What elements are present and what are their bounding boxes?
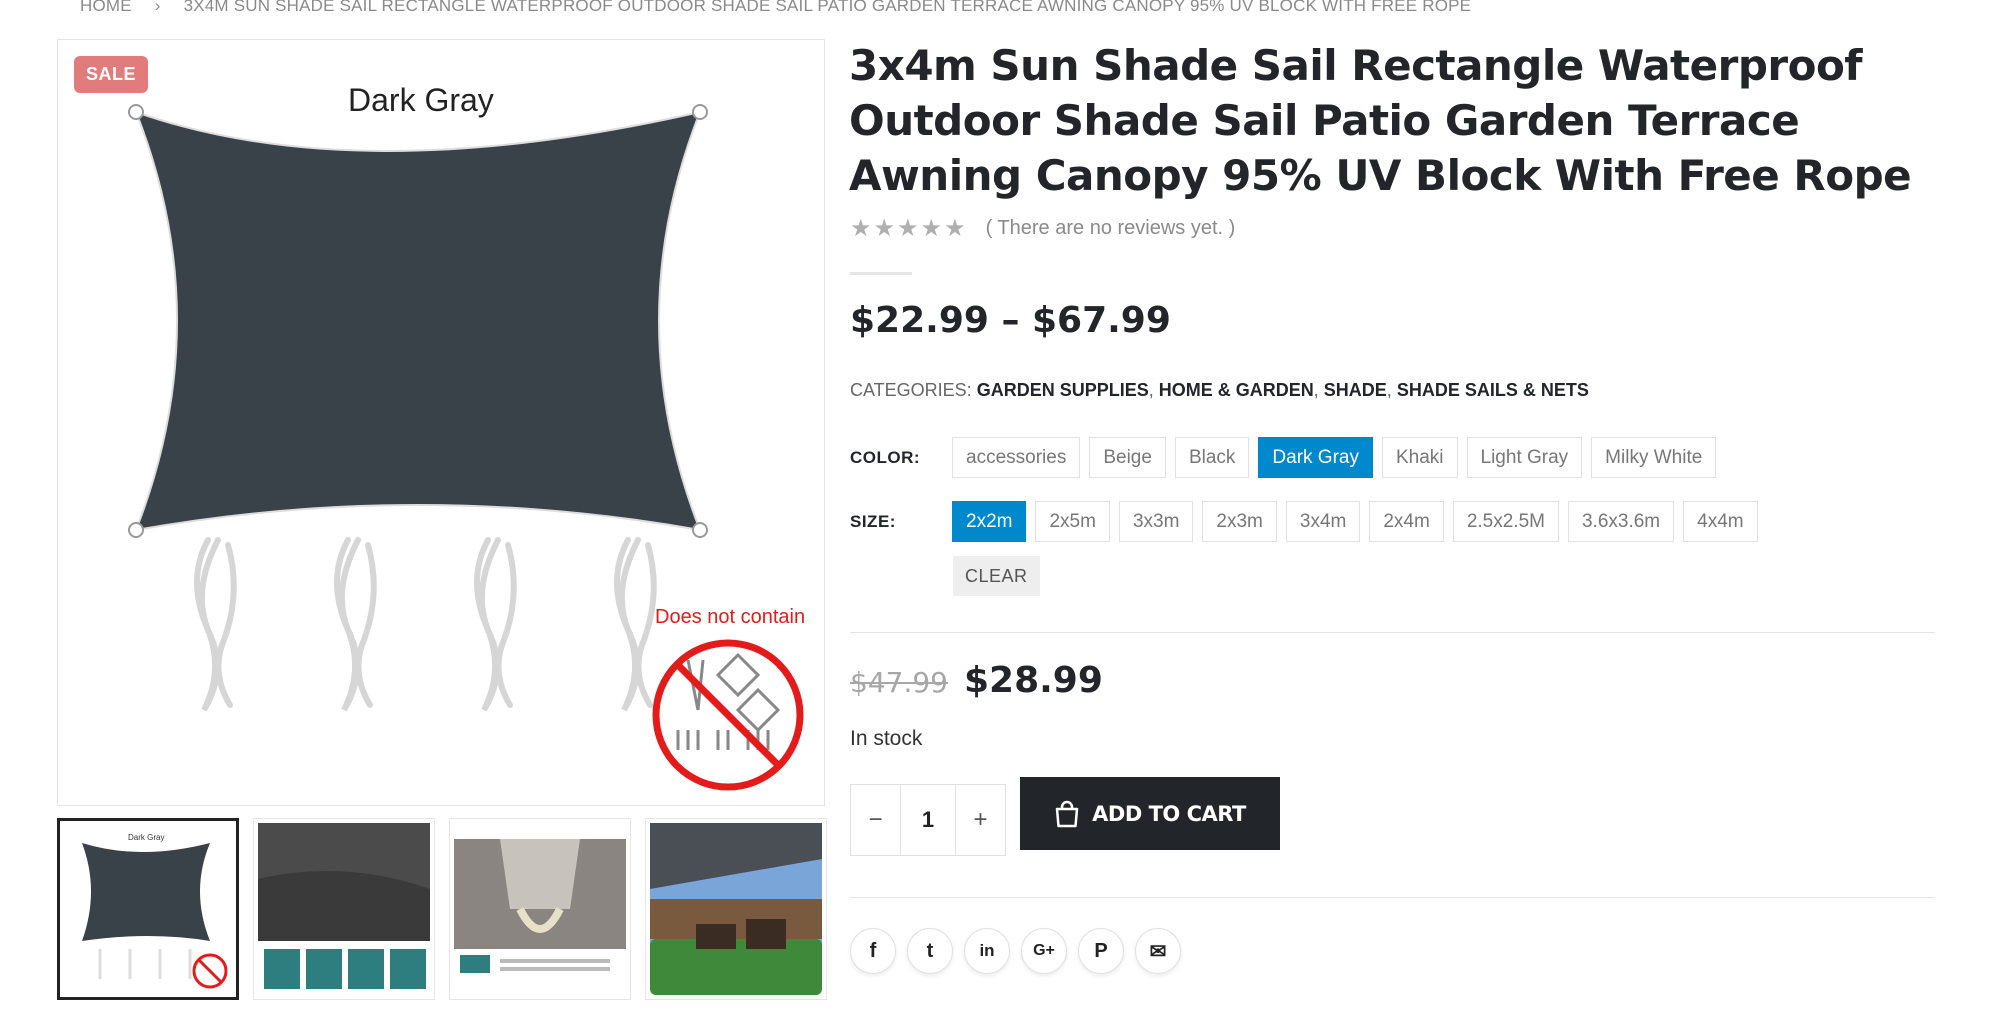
color-swatch-light-gray[interactable]: Light Gray <box>1466 437 1583 478</box>
d-ring-closeup-thumb-icon <box>454 839 626 973</box>
size-swatch-2-5x2-5m[interactable]: 2.5x2.5M <box>1452 501 1559 542</box>
size-swatch-2x2m[interactable]: 2x2m <box>952 501 1027 542</box>
rating-row: ★★★★★ ( There are no reviews yet. ) <box>850 214 1235 243</box>
quantity-minus-button[interactable]: − <box>851 785 901 855</box>
thumbnail-4[interactable] <box>645 818 827 1000</box>
product-title: 3x4m Sun Shade Sail Rectangle Waterproof… <box>849 41 1912 200</box>
thumbnail-3[interactable] <box>449 818 631 1000</box>
breadcrumb-current: 3X4M SUN SHADE SAIL RECTANGLE WATERPROOF… <box>183 0 1472 15</box>
share-links: f t in G+ P ✉ <box>850 928 1181 974</box>
color-swatch-dark-gray[interactable]: Dark Gray <box>1258 437 1373 478</box>
short-divider <box>850 272 912 275</box>
categories-label: CATEGORIES: <box>850 380 972 400</box>
stock-status: In stock <box>850 727 923 750</box>
does-not-contain-label: Does not contain <box>655 606 806 628</box>
size-swatch-4x4m[interactable]: 4x4m <box>1683 501 1758 542</box>
pinterest-icon[interactable]: P <box>1078 928 1124 974</box>
google-plus-icon[interactable]: G+ <box>1021 928 1067 974</box>
main-product-image[interactable]: SALE Dark Gray Does not contain <box>57 39 825 806</box>
size-swatch-3x4m[interactable]: 3x4m <box>1285 501 1361 542</box>
quantity-input[interactable]: 1 <box>901 807 955 833</box>
divider <box>850 897 1935 898</box>
thumbnail-label: Dark Gray <box>128 833 165 842</box>
divider <box>850 632 1935 633</box>
color-swatch-black[interactable]: Black <box>1174 437 1250 478</box>
add-to-cart-button[interactable]: ADD TO CART <box>1020 777 1280 850</box>
add-to-cart-label: ADD TO CART <box>1092 801 1246 826</box>
star-rating-icon: ★★★★★ <box>850 215 968 242</box>
color-swatches: accessories Beige Black Dark Gray Khaki … <box>952 437 1717 478</box>
quantity-plus-button[interactable]: + <box>955 785 1005 855</box>
linkedin-icon[interactable]: in <box>964 928 1010 974</box>
variation-price: $47.99 $28.99 <box>850 660 1103 701</box>
size-swatch-2x4m[interactable]: 2x4m <box>1369 501 1444 542</box>
twitter-icon[interactable]: t <box>907 928 953 974</box>
categories: CATEGORIES: GARDEN SUPPLIES, HOME & GARD… <box>850 380 1589 400</box>
facebook-icon[interactable]: f <box>850 928 896 974</box>
category-link[interactable]: HOME & GARDEN <box>1159 380 1314 400</box>
size-swatch-2x3m[interactable]: 2x3m <box>1202 501 1277 542</box>
patio-scene-thumb-icon <box>650 823 822 995</box>
thumbnail-2[interactable] <box>253 818 435 1000</box>
size-variation-row: SIZE: 2x2m 2x5m 3x3m 2x3m 3x4m 2x4m 2.5x… <box>850 501 1758 542</box>
category-link[interactable]: GARDEN SUPPLIES <box>977 380 1149 400</box>
quantity-stepper: − 1 + <box>850 784 1006 856</box>
price-range: $22.99 – $67.99 <box>850 300 1171 341</box>
breadcrumb: HOME › 3X4M SUN SHADE SAIL RECTANGLE WAT… <box>80 0 1471 16</box>
color-swatch-khaki[interactable]: Khaki <box>1381 437 1458 478</box>
color-swatch-beige[interactable]: Beige <box>1089 437 1166 478</box>
color-label: COLOR: <box>850 447 921 467</box>
shade-sail-illustration <box>128 104 804 791</box>
color-swatch-milky-white[interactable]: Milky White <box>1591 437 1717 478</box>
size-label: SIZE: <box>850 511 896 531</box>
category-link[interactable]: SHADE SAILS & NETS <box>1397 380 1589 400</box>
sale-badge: SALE <box>74 56 149 93</box>
size-swatch-3x3m[interactable]: 3x3m <box>1118 501 1194 542</box>
current-price: $28.99 <box>963 660 1103 701</box>
thumbnail-strip: Dark Gray <box>57 818 827 1000</box>
breadcrumb-home-link[interactable]: HOME <box>80 0 132 15</box>
thumbnail-1[interactable]: Dark Gray <box>57 818 239 1000</box>
email-icon[interactable]: ✉ <box>1135 928 1181 974</box>
shopping-bag-icon <box>1055 800 1079 827</box>
category-link[interactable]: SHADE <box>1324 380 1387 400</box>
old-price: $47.99 <box>850 666 948 699</box>
color-swatch-accessories[interactable]: accessories <box>952 437 1081 478</box>
reviews-link[interactable]: ( There are no reviews yet. ) <box>986 217 1236 240</box>
size-swatch-2x5m[interactable]: 2x5m <box>1035 501 1110 542</box>
shade-sail-thumb-icon <box>82 843 228 989</box>
color-variation-row: COLOR: accessories Beige Black Dark Gray… <box>850 437 1717 478</box>
size-swatch-3-6x3-6m[interactable]: 3.6x3.6m <box>1567 501 1675 542</box>
size-swatches: 2x2m 2x5m 3x3m 2x3m 3x4m 2x4m 2.5x2.5M 3… <box>952 501 1758 542</box>
fabric-closeup-thumb-icon <box>258 823 430 995</box>
chevron-right-icon: › <box>154 0 161 15</box>
clear-selection-button[interactable]: CLEAR <box>953 556 1040 596</box>
